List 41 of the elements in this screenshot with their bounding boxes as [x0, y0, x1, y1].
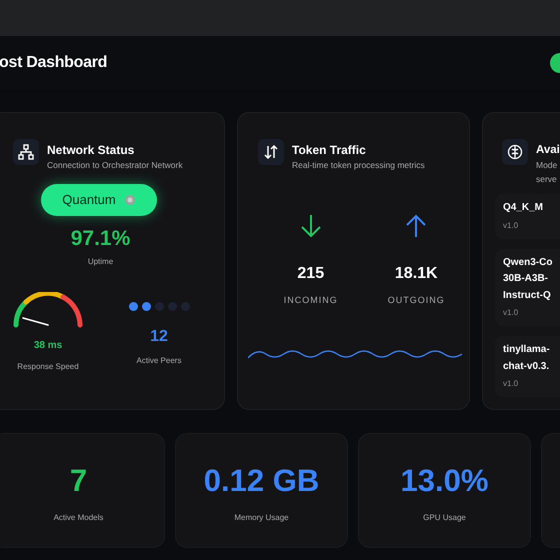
traffic-value: 18.1K	[394, 264, 438, 284]
card-title: Avai	[536, 143, 560, 158]
stat-value: 13.0%	[400, 464, 488, 498]
card-subtitle: serve	[536, 173, 558, 186]
peer-count: 12	[150, 327, 168, 347]
card-subtitle: Connection to Orchestrator Network	[47, 159, 183, 172]
speed-gauge-drawing	[12, 292, 84, 330]
model-version: v1.0	[503, 307, 520, 319]
stat-value: 0.12 GB	[204, 464, 320, 498]
card-subtitle: Real-time token processing metrics	[292, 159, 425, 172]
traffic-label: OUTGOING	[388, 294, 445, 307]
uptime-value: 97.1%	[70, 226, 130, 252]
stat-label: Memory Usage	[234, 512, 289, 524]
model-name: Qwen3-Co 30B-A3B- Instruct-Q	[503, 256, 554, 302]
card-title: Token Traffic	[292, 143, 367, 158]
model-item[interactable]: Qwen3-Co 30B-A3B- Instruct-Q v1.0	[495, 248, 560, 326]
stat-label: Active Models	[54, 512, 104, 524]
speed-label: Response Speed	[17, 361, 79, 373]
mode-pill[interactable]: Quantum	[41, 184, 157, 216]
model-item[interactable]: tinyllama- chat-v0.3. v1.0	[495, 336, 560, 397]
model-version: v1.0	[503, 378, 520, 390]
card-title: Network Status	[47, 143, 136, 158]
brain-icon	[507, 144, 523, 160]
up-arrow-icon	[405, 214, 428, 238]
swap-arrows-icon	[264, 145, 278, 159]
model-item[interactable]: Q4_K_M v1.0	[495, 194, 560, 238]
stat-label: GPU Usage	[423, 512, 466, 524]
uptime-label: Uptime	[88, 256, 114, 268]
peers-label: Active Peers	[136, 355, 182, 367]
network-icon	[18, 144, 34, 160]
traffic-label: INCOMING	[284, 294, 338, 307]
speed-reading: 38 ms	[34, 339, 62, 353]
model-name: tinyllama- chat-v0.3.	[503, 343, 551, 374]
traffic-value: 215	[297, 264, 324, 284]
down-arrow-icon	[300, 214, 322, 238]
model-version: v1.0	[503, 220, 520, 232]
stat-value: 7	[70, 464, 88, 498]
card-subtitle: Mode	[536, 159, 558, 172]
model-name: Q4_K_M	[503, 201, 544, 215]
page-title: ost Dashboard	[0, 53, 108, 73]
gear-icon	[124, 194, 136, 206]
